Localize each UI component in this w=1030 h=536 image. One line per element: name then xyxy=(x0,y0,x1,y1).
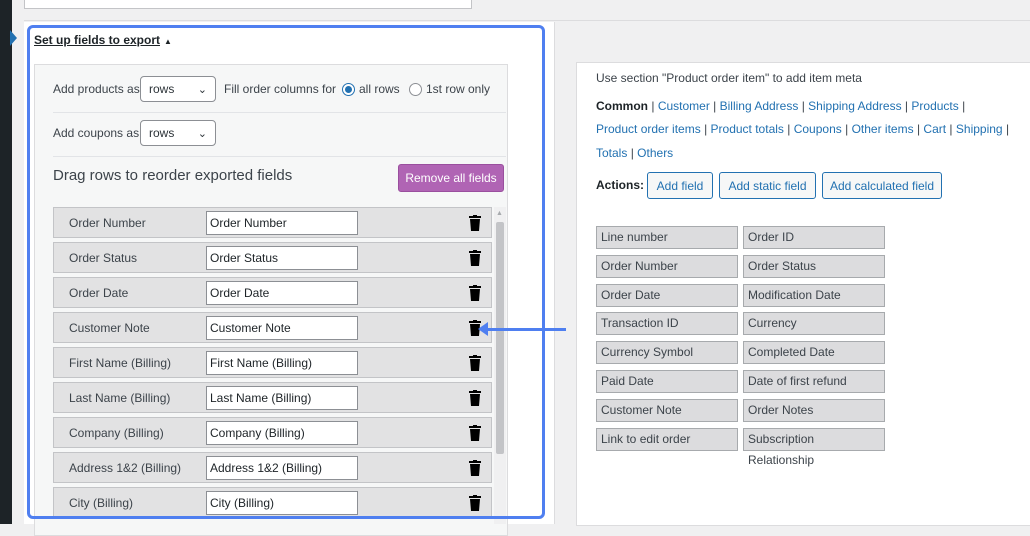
item-meta-hint: Use section "Product order item" to add … xyxy=(596,71,862,85)
available-field[interactable]: Currency xyxy=(743,312,885,335)
available-field[interactable]: Paid Date xyxy=(596,370,738,393)
separator: | xyxy=(1005,122,1010,136)
available-field[interactable]: Subscription Relationship xyxy=(743,428,885,467)
section-other-items[interactable]: Other items xyxy=(852,122,914,136)
section-common[interactable]: Common xyxy=(596,99,648,113)
separator: | xyxy=(962,99,966,113)
section-product-totals[interactable]: Product totals xyxy=(711,122,784,136)
available-field[interactable]: Order ID xyxy=(743,226,885,249)
add-static-field-button[interactable]: Add static field xyxy=(719,172,816,199)
separator: | xyxy=(845,122,849,136)
available-field[interactable]: Modification Date xyxy=(743,284,885,307)
annotation-highlight-box xyxy=(27,25,545,519)
section-customer[interactable]: Customer xyxy=(658,99,710,113)
add-field-button[interactable]: Add field xyxy=(647,172,713,199)
available-field[interactable]: Order Number xyxy=(596,255,738,278)
available-field[interactable]: Currency Symbol xyxy=(596,341,738,364)
available-field[interactable]: Customer Note xyxy=(596,399,738,422)
separator: | xyxy=(651,99,655,113)
separator: | xyxy=(949,122,953,136)
section-coupons[interactable]: Coupons xyxy=(794,122,842,136)
section-others[interactable]: Others xyxy=(637,146,673,160)
available-field[interactable]: Transaction ID xyxy=(596,312,738,335)
annotation-arrow-head-icon xyxy=(478,322,488,336)
section-links-line-1: Common | Customer | Billing Address | Sh… xyxy=(596,98,1026,114)
admin-sidebar-edge xyxy=(0,0,12,524)
section-products[interactable]: Products xyxy=(911,99,958,113)
separator: | xyxy=(713,99,717,113)
section-shipping[interactable]: Shipping xyxy=(956,122,1003,136)
available-field[interactable]: Order Date xyxy=(596,284,738,307)
section-links-line-3: Totals | Others xyxy=(596,145,1026,161)
available-field[interactable]: Completed Date xyxy=(743,341,885,364)
add-calculated-field-button[interactable]: Add calculated field xyxy=(822,172,942,199)
separator: | xyxy=(630,146,634,160)
available-field[interactable]: Line number xyxy=(596,226,738,249)
separator: | xyxy=(916,122,921,136)
section-links-line-2: Product order items | Product totals | C… xyxy=(596,121,1026,137)
section-shipping-address[interactable]: Shipping Address xyxy=(808,99,901,113)
available-field[interactable]: Order Notes xyxy=(743,399,885,422)
separator: | xyxy=(801,99,805,113)
section-billing-address[interactable]: Billing Address xyxy=(720,99,799,113)
separator: | xyxy=(787,122,791,136)
available-field[interactable]: Link to edit order xyxy=(596,428,738,451)
available-field[interactable]: Order Status xyxy=(743,255,885,278)
section-totals[interactable]: Totals xyxy=(596,146,627,160)
collapse-arrow-icon[interactable] xyxy=(10,30,17,46)
actions-label: Actions: xyxy=(596,178,644,192)
available-field[interactable]: Date of first refund xyxy=(743,370,885,393)
separator: | xyxy=(704,122,708,136)
annotation-arrow xyxy=(486,328,566,331)
top-panel-edge xyxy=(24,0,472,9)
divider xyxy=(24,20,1030,21)
section-product-order-items[interactable]: Product order items xyxy=(596,122,701,136)
section-cart[interactable]: Cart xyxy=(923,122,946,136)
separator: | xyxy=(904,99,909,113)
